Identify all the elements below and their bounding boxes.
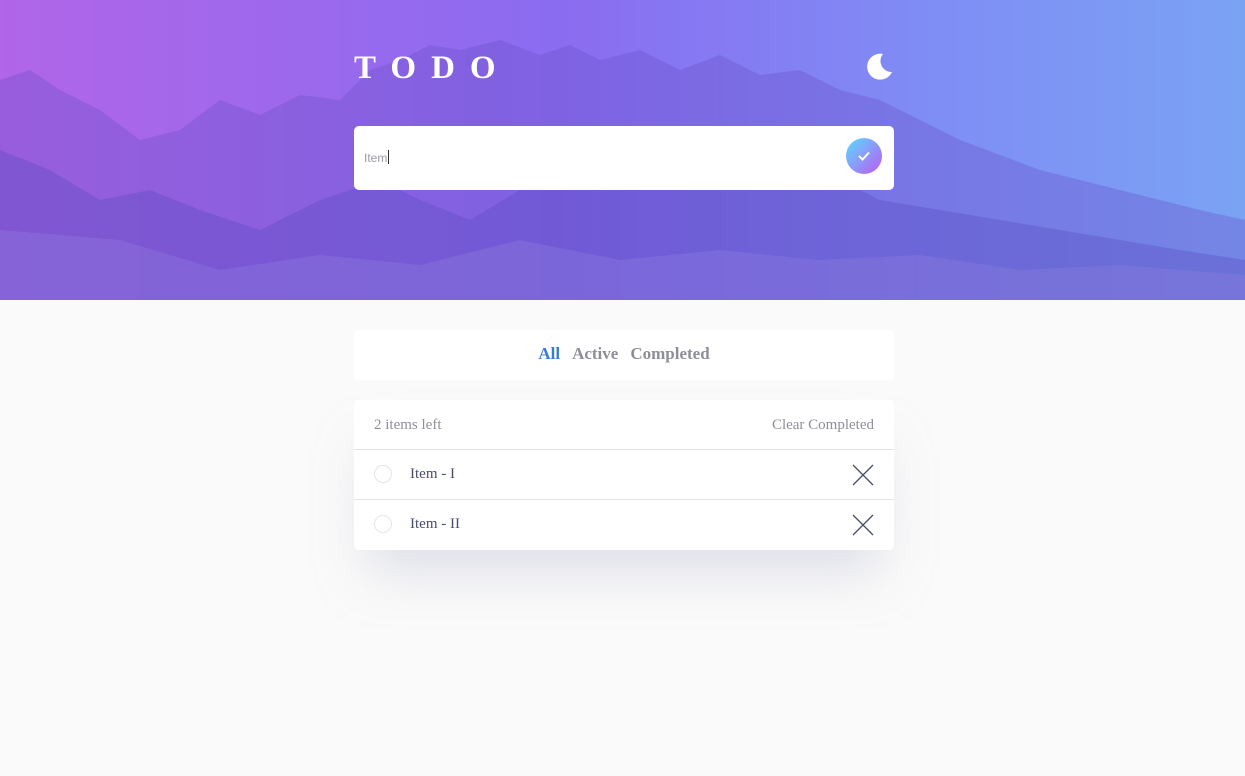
delete-todo-button[interactable] (852, 514, 874, 536)
filter-tab-all[interactable]: All (538, 344, 560, 364)
header: TODO (354, 44, 894, 92)
todo-checkbox[interactable] (374, 515, 392, 533)
theme-toggle-button[interactable] (864, 52, 894, 82)
check-icon (858, 151, 870, 161)
close-icon (852, 464, 874, 486)
filter-bar: All Active Completed (354, 330, 894, 380)
todo-item: Item - II (354, 500, 894, 550)
filter-tab-active[interactable]: Active (572, 344, 618, 364)
close-icon (852, 514, 874, 536)
new-todo-card: Item (354, 126, 894, 190)
delete-todo-button[interactable] (852, 464, 874, 486)
todo-item: Item - I (354, 450, 894, 500)
new-todo-input-value: Item (364, 151, 388, 165)
todo-item-text: Item - I (410, 466, 455, 482)
list-summary-bar: 2 items left Clear Completed (354, 400, 894, 450)
clear-completed-button[interactable]: Clear Completed (772, 417, 874, 434)
text-caret (388, 150, 390, 164)
app-title: TODO (354, 50, 511, 86)
todo-list: 2 items left Clear Completed Item - I It… (354, 400, 894, 550)
todo-checkbox[interactable] (374, 465, 392, 483)
filter-tab-completed[interactable]: Completed (630, 344, 709, 364)
todo-item-text: Item - II (410, 516, 460, 532)
items-left-count: 2 items left (374, 417, 442, 433)
add-todo-button[interactable] (846, 138, 882, 174)
moon-icon (867, 53, 892, 80)
new-todo-input[interactable]: Item (364, 150, 390, 165)
